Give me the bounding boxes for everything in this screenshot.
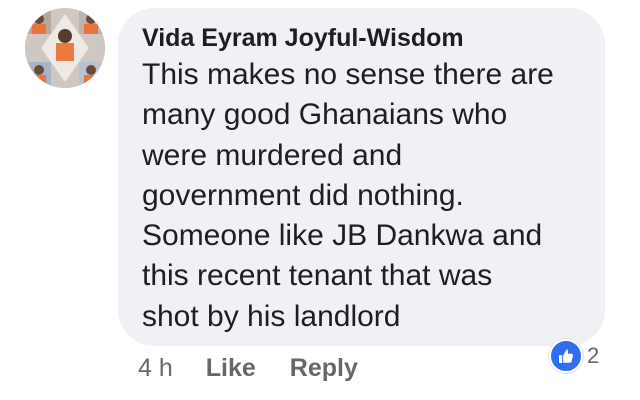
reaction-count: 2 <box>587 343 600 368</box>
comment-line: This makes no sense there are <box>142 58 554 91</box>
comment-bubble: Vida Eyram Joyful-Wisdom This makes no s… <box>118 8 605 346</box>
comment-container: Vida Eyram Joyful-Wisdom This makes no s… <box>0 0 640 400</box>
comment-line: many good Ghanaians who <box>142 98 508 132</box>
comment-line: Someone like JB Dankwa and <box>142 219 543 253</box>
author-name[interactable]: Vida Eyram Joyful-Wisdom <box>142 23 585 53</box>
comment-line: government did nothing. <box>142 178 464 212</box>
comment-line: shot by his landlord <box>142 299 401 333</box>
like-button[interactable]: Like <box>206 354 256 383</box>
avatar[interactable] <box>25 8 105 88</box>
comment-line: were murdered and <box>142 138 403 172</box>
comment-line: this recent tenant that was <box>142 259 493 293</box>
thumbs-up-icon <box>549 339 583 373</box>
reaction-summary[interactable]: 2 <box>549 338 599 374</box>
comment-text: This makes no sense there are many good … <box>142 55 585 337</box>
timestamp[interactable]: 4 h <box>138 354 173 383</box>
comment-actions: 4 h Like Reply <box>138 352 358 384</box>
reply-button[interactable]: Reply <box>290 354 358 383</box>
avatar-collage-image <box>25 8 105 88</box>
